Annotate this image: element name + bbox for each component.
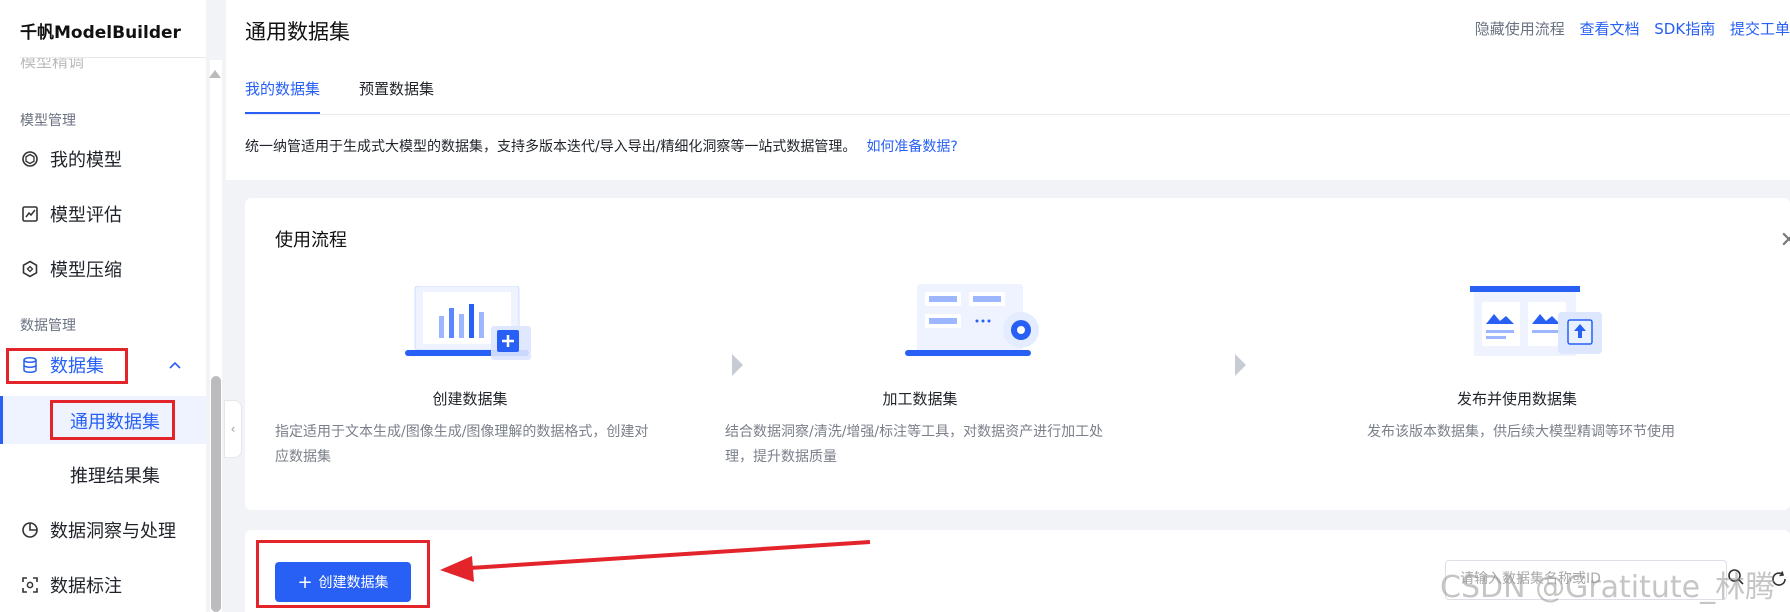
submit-ticket-link[interactable]: 提交工单 <box>1730 20 1790 38</box>
annotation-box-datasets <box>6 348 128 384</box>
sidebar-item-label: 数据标注 <box>50 576 122 597</box>
sidebar-item-my-models[interactable]: 我的模型 <box>20 144 122 174</box>
page-description: 统一纳管适用于生成式大模型的数据集，支持多版本迭代/导入导出/精细化洞察等一站式… <box>245 139 958 155</box>
step-description: 指定适用于文本生成/图像生成/图像理解的数据格式，创建对 应数据集 <box>275 424 649 465</box>
sub-item-active-indicator <box>0 396 3 444</box>
hide-flow-link[interactable]: 隐藏使用流程 <box>1475 20 1565 38</box>
scroll-up-arrow-icon[interactable] <box>209 70 221 78</box>
sdk-guide-link[interactable]: SDK指南 <box>1654 20 1715 38</box>
publish-dataset-illustration <box>1470 286 1602 356</box>
annotation-box-general-datasets <box>50 400 175 440</box>
brand-logo-text: 千帆ModelBuilder <box>20 23 181 43</box>
sidebar-subitem-inference-results[interactable]: 推理结果集 <box>70 462 160 488</box>
step-name: 发布并使用数据集 <box>1456 390 1577 408</box>
group-label-model: 模型管理 <box>20 113 76 129</box>
step-name: 加工数据集 <box>882 390 958 408</box>
divider <box>245 114 1790 115</box>
evaluate-chart-icon <box>20 204 40 224</box>
tab-preset-datasets[interactable]: 预置数据集 <box>359 78 434 99</box>
sidebar-item-cut[interactable]: 模型精调 <box>20 58 180 74</box>
sidebar-item-model-eval[interactable]: 模型评估 <box>20 199 122 229</box>
sidebar-item-data-annotation[interactable]: 数据标注 <box>20 570 122 600</box>
step-description: 结合数据洞察/清洗/增强/标注等工具，对数据资产进行加工处 理，提升数据质量 <box>725 424 1104 465</box>
model-cube-icon <box>20 149 40 169</box>
compress-hex-icon <box>20 259 40 279</box>
step-arrow-icon <box>732 354 743 376</box>
view-docs-link[interactable]: 查看文档 <box>1579 20 1639 38</box>
usage-flow-card: 使用流程 ✕ 创建数据集 指定适用于文本生成/图像生成/图像理解的数据格式，创建… <box>245 198 1790 510</box>
tab-my-datasets[interactable]: 我的数据集 <box>245 78 320 99</box>
sidebar-item-model-compress[interactable]: 模型压缩 <box>20 254 122 284</box>
chevron-up-icon[interactable] <box>168 358 182 372</box>
pie-chart-icon <box>20 520 40 540</box>
main-content: 通用数据集 隐藏使用流程 查看文档 SDK指南 提交工单 我的数据集 预置数据集… <box>226 0 1790 612</box>
page-header: 通用数据集 隐藏使用流程 查看文档 SDK指南 提交工单 我的数据集 预置数据集… <box>226 0 1790 180</box>
header-links: 隐藏使用流程 查看文档 SDK指南 提交工单 <box>1465 18 1790 39</box>
sidebar: 千帆ModelBuilder 模型精调 模型管理 我的模型 模型评估 模型压缩 … <box>0 0 206 612</box>
watermark: CSDN @Gratitute_林腾 <box>1440 570 1776 605</box>
close-icon[interactable]: ✕ <box>1780 228 1790 253</box>
step-description: 发布该版本数据集，供后续大模型精调等环节使用 <box>1367 424 1675 440</box>
create-dataset-illustration <box>405 286 531 360</box>
step-arrow-icon <box>1235 354 1246 376</box>
page-title: 通用数据集 <box>245 20 350 44</box>
how-to-prepare-link[interactable]: 如何准备数据? <box>866 139 957 155</box>
sidebar-item-label: 数据洞察与处理 <box>50 521 176 542</box>
flow-title: 使用流程 <box>275 230 347 251</box>
sidebar-item-label: 我的模型 <box>50 150 122 171</box>
step-name: 创建数据集 <box>432 390 508 408</box>
sidebar-scrollbar-thumb[interactable] <box>211 376 221 612</box>
sidebar-item-label: 模型评估 <box>50 205 122 226</box>
sidebar-item-label: 模型压缩 <box>50 260 122 281</box>
annotation-box-create-button <box>256 540 430 608</box>
group-label-data: 数据管理 <box>20 318 76 334</box>
process-dataset-illustration <box>905 284 1039 356</box>
annotate-scan-icon <box>20 575 40 595</box>
sidebar-item-data-insight[interactable]: 数据洞察与处理 <box>20 515 176 545</box>
